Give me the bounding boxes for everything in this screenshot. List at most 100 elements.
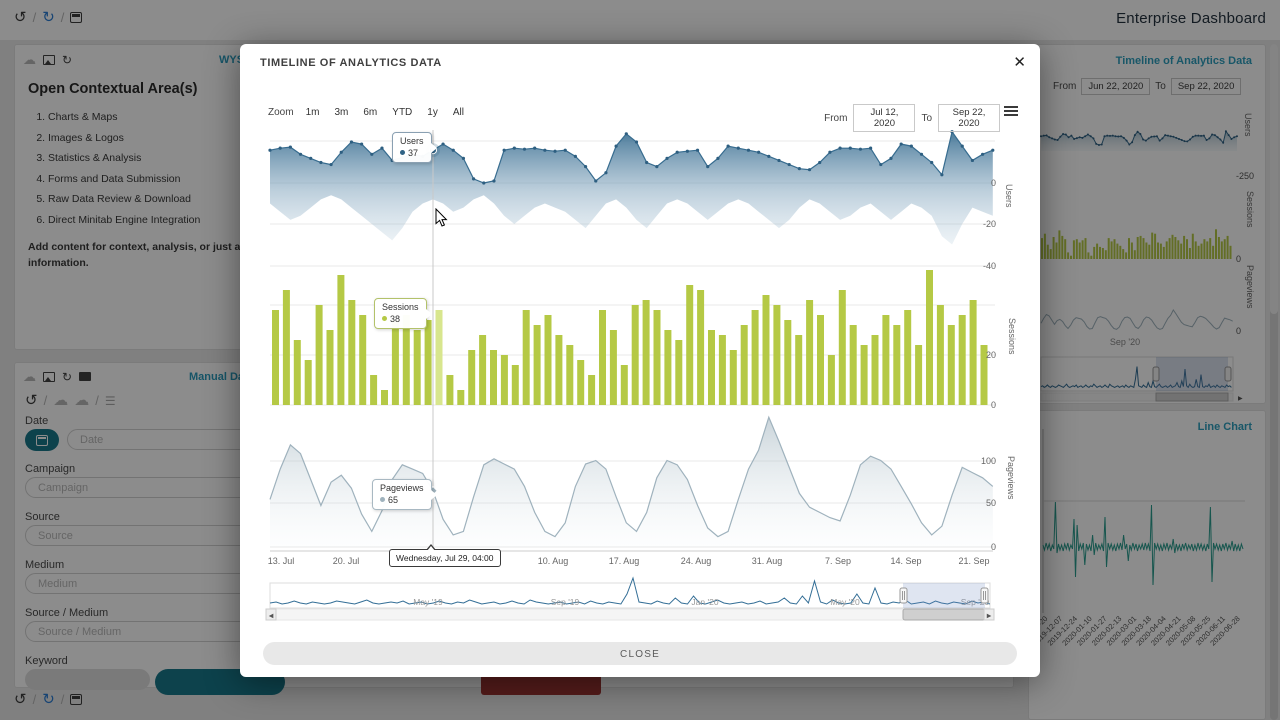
sessions-bar[interactable] xyxy=(752,310,759,405)
svg-text:May '20: May '20 xyxy=(830,597,860,607)
navigator-selection[interactable] xyxy=(903,583,985,608)
sessions-bar[interactable] xyxy=(664,330,671,405)
sessions-bar[interactable] xyxy=(675,340,682,405)
chart-scrollbar-thumb[interactable] xyxy=(903,609,985,620)
svg-text:0: 0 xyxy=(991,178,996,188)
sessions-bar[interactable] xyxy=(839,290,846,405)
chart-scrollbar-track[interactable] xyxy=(276,609,984,620)
sessions-bar[interactable] xyxy=(512,365,519,405)
sessions-bar[interactable] xyxy=(414,330,421,405)
zoom-button-1m[interactable]: 1m xyxy=(303,106,323,119)
sessions-bar[interactable] xyxy=(643,300,650,405)
zoom-button-all[interactable]: All xyxy=(450,106,467,119)
svg-text:Jan '20: Jan '20 xyxy=(691,597,718,607)
sessions-bar[interactable] xyxy=(283,290,290,405)
sessions-bar[interactable] xyxy=(392,320,399,405)
sessions-bar[interactable] xyxy=(425,320,432,405)
sessions-bar[interactable] xyxy=(806,300,813,405)
sessions-bar[interactable] xyxy=(719,335,726,405)
svg-text:-40: -40 xyxy=(983,261,996,271)
sessions-bar[interactable] xyxy=(523,310,530,405)
sessions-bar[interactable] xyxy=(468,350,475,405)
sessions-bar[interactable] xyxy=(893,325,900,405)
tooltip-value: 37 xyxy=(408,148,418,158)
sessions-bar[interactable] xyxy=(730,350,737,405)
sessions-bar[interactable] xyxy=(915,345,922,405)
sessions-bar[interactable] xyxy=(817,315,824,405)
sessions-bar[interactable] xyxy=(337,275,344,405)
users-area[interactable] xyxy=(270,132,993,245)
sessions-bar[interactable] xyxy=(926,270,933,405)
zoom-button-6m[interactable]: 6m xyxy=(360,106,380,119)
to-date-input[interactable]: Sep 22, 2020 xyxy=(938,104,1000,132)
zoom-button-ytd[interactable]: YTD xyxy=(389,106,415,119)
sessions-bar[interactable] xyxy=(370,375,377,405)
from-date-input[interactable]: Jul 12, 2020 xyxy=(853,104,915,132)
svg-text:Users: Users xyxy=(1004,184,1014,208)
sessions-bar[interactable] xyxy=(534,325,541,405)
tooltip-series-name: Sessions xyxy=(382,302,419,312)
close-button[interactable]: CLOSE xyxy=(263,642,1017,665)
sessions-bar[interactable] xyxy=(948,325,955,405)
svg-text:21. Sep: 21. Sep xyxy=(958,556,989,566)
sessions-bar[interactable] xyxy=(577,360,584,405)
sessions-bar[interactable] xyxy=(773,305,780,405)
navigator-handle[interactable] xyxy=(981,588,988,603)
sessions-bar[interactable] xyxy=(316,305,323,405)
svg-text:-20: -20 xyxy=(983,219,996,229)
sessions-bar[interactable] xyxy=(708,330,715,405)
sessions-bar[interactable] xyxy=(479,335,486,405)
sessions-bar[interactable] xyxy=(904,310,911,405)
sessions-bar[interactable] xyxy=(566,345,573,405)
sessions-bar[interactable] xyxy=(882,315,889,405)
sessions-bar[interactable] xyxy=(861,345,868,405)
sessions-bar[interactable] xyxy=(632,305,639,405)
sessions-bar[interactable] xyxy=(381,390,388,405)
sessions-bar[interactable] xyxy=(850,325,857,405)
svg-text:▶: ▶ xyxy=(987,614,992,620)
sessions-bar[interactable] xyxy=(654,310,661,405)
sessions-bar[interactable] xyxy=(828,355,835,405)
sessions-bar[interactable] xyxy=(436,310,443,405)
sessions-bar[interactable] xyxy=(763,295,770,405)
sessions-bar[interactable] xyxy=(555,335,562,405)
date-tooltip: Wednesday, Jul 29, 04:00 xyxy=(389,549,501,567)
sessions-bar[interactable] xyxy=(588,375,595,405)
tooltip-series-name: Users xyxy=(400,136,424,146)
sessions-bar[interactable] xyxy=(348,300,355,405)
hamburger-menu-icon[interactable] xyxy=(1004,104,1018,118)
zoom-button-3m[interactable]: 3m xyxy=(331,106,351,119)
sessions-bar[interactable] xyxy=(490,350,497,405)
sessions-bar[interactable] xyxy=(294,340,301,405)
sessions-bar[interactable] xyxy=(446,375,453,405)
modal-date-range: From Jul 12, 2020 To Sep 22, 2020 xyxy=(824,104,1000,132)
svg-text:50: 50 xyxy=(986,498,996,508)
pageviews-tooltip: Pageviews 65 xyxy=(372,479,432,510)
tooltip-value: 65 xyxy=(388,495,398,505)
sessions-bar[interactable] xyxy=(305,360,312,405)
sessions-bar[interactable] xyxy=(359,315,366,405)
sessions-bar[interactable] xyxy=(545,315,552,405)
sessions-bar[interactable] xyxy=(970,300,977,405)
timeline-stock-chart[interactable]: 0-20-40200100500UsersSessionsPageviews13… xyxy=(240,44,1040,677)
sessions-bar[interactable] xyxy=(457,390,464,405)
sessions-bar[interactable] xyxy=(697,290,704,405)
sessions-bar[interactable] xyxy=(937,305,944,405)
zoom-button-1y[interactable]: 1y xyxy=(424,106,441,119)
sessions-bar[interactable] xyxy=(621,365,628,405)
sessions-bar[interactable] xyxy=(741,325,748,405)
sessions-bar[interactable] xyxy=(959,315,966,405)
sessions-bar[interactable] xyxy=(599,310,606,405)
sessions-bar[interactable] xyxy=(872,335,879,405)
sessions-bar[interactable] xyxy=(686,285,693,405)
svg-text:0: 0 xyxy=(991,542,996,552)
navigator-handle[interactable] xyxy=(900,588,907,603)
sessions-bar[interactable] xyxy=(272,310,279,405)
svg-text:Pageviews: Pageviews xyxy=(1006,456,1016,500)
sessions-bar[interactable] xyxy=(501,355,508,405)
sessions-bar[interactable] xyxy=(610,330,617,405)
sessions-bar[interactable] xyxy=(327,330,334,405)
sessions-bar[interactable] xyxy=(795,335,802,405)
sessions-bar[interactable] xyxy=(784,320,791,405)
navigator-series[interactable] xyxy=(270,578,990,604)
